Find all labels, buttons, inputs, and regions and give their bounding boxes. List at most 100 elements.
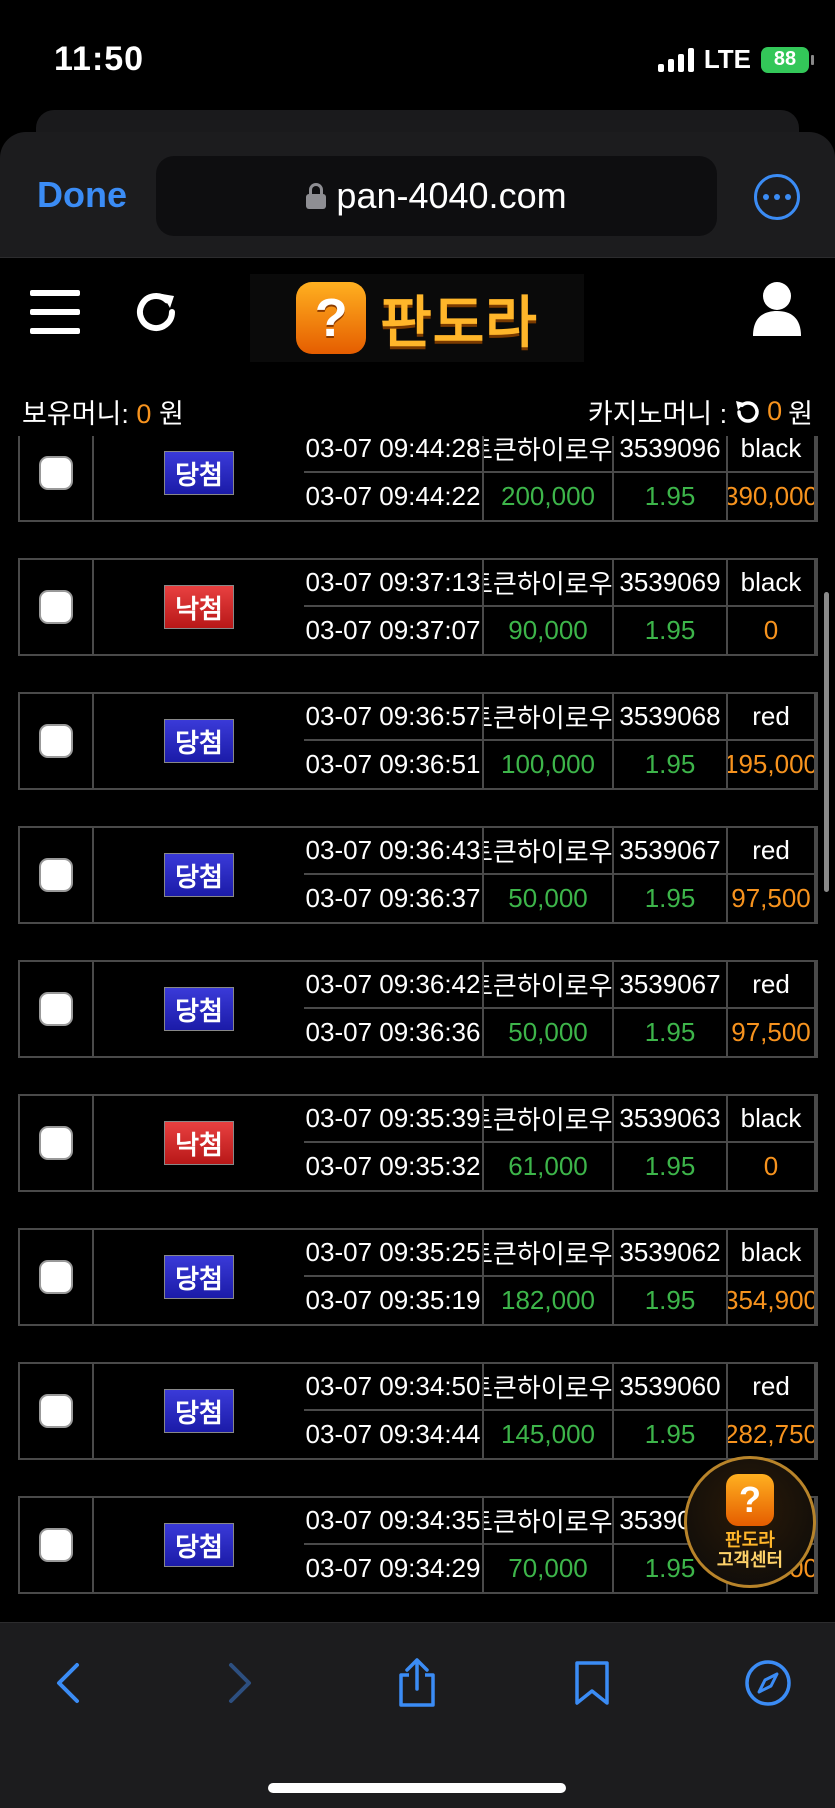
game-name: 토큰하이로우5 — [484, 560, 614, 607]
result-cell: 당첨 — [94, 1230, 304, 1324]
odds-value: 1.95 — [614, 1009, 728, 1056]
money-bar: 보유머니: 0 원 카지노머니 : 0 원 — [0, 378, 835, 434]
bet-history-list[interactable]: 03-07 09:44:28토큰하이로우53539096black당첨03-07… — [0, 436, 835, 1622]
game-name: 토큰하이로우5 — [484, 1498, 614, 1545]
status-bar: 11:50 LTE 88 — [0, 0, 835, 110]
bet-row: 03-07 09:36:43토큰하이로우53539067red 당첨 03-07 0… — [18, 826, 818, 924]
bet-amount: 182,000 — [484, 1277, 614, 1324]
site-logo[interactable]: ? 판도라 — [250, 274, 584, 362]
row-checkbox-cell — [20, 828, 94, 922]
game-name: 토큰하이로우5 — [484, 1364, 614, 1411]
row-checkbox[interactable] — [39, 1394, 73, 1428]
result-cell: 당첨 — [94, 694, 304, 788]
game-name: 토큰하이로우5 — [484, 828, 614, 875]
result-badge: 당첨 — [164, 1389, 234, 1433]
bet-row: 03-07 09:34:50토큰하이로우53539060red 당첨 03-07 0… — [18, 1362, 818, 1460]
bet-time: 03-07 09:37:13 — [304, 560, 484, 607]
browser-bottom-bar — [0, 1622, 835, 1808]
row-checkbox-cell — [20, 436, 94, 520]
row-checkbox[interactable] — [39, 1260, 73, 1294]
payout-amount: 195,000 — [728, 741, 816, 788]
bet-amount: 70,000 — [484, 1545, 614, 1592]
battery-icon: 88 — [761, 46, 814, 73]
back-icon[interactable] — [38, 1653, 98, 1713]
odds-value: 1.95 — [614, 741, 728, 788]
compass-icon[interactable] — [738, 1653, 798, 1713]
round-number: 3539060 — [614, 1364, 728, 1411]
odds-value: 1.95 — [614, 1143, 728, 1190]
scrollbar[interactable] — [824, 592, 829, 892]
logo-badge: ? — [296, 282, 367, 354]
row-checkbox[interactable] — [39, 1126, 73, 1160]
round-number: 3539096 — [614, 436, 728, 473]
customer-center-button[interactable]: ? 판도라 고객센터 — [684, 1456, 816, 1588]
row-checkbox[interactable] — [39, 992, 73, 1026]
held-money-unit: 원 — [158, 399, 184, 429]
result-cell: 당첨 — [94, 1364, 304, 1458]
forward-icon[interactable] — [210, 1653, 270, 1713]
result-cell: 당첨 — [94, 1498, 304, 1592]
bet-amount: 90,000 — [484, 607, 614, 654]
bet-time: 03-07 09:34:50 — [304, 1364, 484, 1411]
odds-value: 1.95 — [614, 473, 728, 520]
game-name: 토큰하이로우5 — [484, 436, 614, 473]
row-checkbox-cell — [20, 1498, 94, 1592]
row-checkbox[interactable] — [39, 1528, 73, 1562]
support-label-2: 고객센터 — [716, 1550, 784, 1570]
settle-time: 03-07 09:36:37 — [304, 875, 484, 922]
payout-amount: 390,000 — [728, 473, 816, 520]
settle-time: 03-07 09:34:29 — [304, 1545, 484, 1592]
pick-value: red — [728, 828, 816, 875]
bet-time: 03-07 09:36:42 — [304, 962, 484, 1009]
result-badge: 당첨 — [164, 987, 234, 1031]
bet-time: 03-07 09:44:28 — [304, 436, 484, 473]
game-name: 토큰하이로우5 — [484, 962, 614, 1009]
bet-row: 03-07 09:35:25토큰하이로우53539062black 당첨 03-07… — [18, 1228, 818, 1326]
settle-time: 03-07 09:36:51 — [304, 741, 484, 788]
row-checkbox-cell — [20, 962, 94, 1056]
network-type: LTE — [703, 44, 751, 74]
bookmarks-icon[interactable] — [562, 1653, 622, 1713]
site-header: ? 판도라 보유머니: 0 원 카지노머니 : 0 원 — [0, 258, 835, 436]
more-icon[interactable] — [754, 174, 800, 220]
game-name: 토큰하이로우5 — [484, 1096, 614, 1143]
row-checkbox[interactable] — [39, 724, 73, 758]
row-checkbox[interactable] — [39, 456, 73, 490]
status-time: 11:50 — [54, 40, 145, 78]
logo-text: 판도라 — [380, 290, 538, 354]
result-badge: 당첨 — [164, 1523, 234, 1567]
reload-icon[interactable] — [733, 398, 761, 426]
result-badge: 낙첨 — [164, 1121, 234, 1165]
status-indicators: LTE 88 — [657, 44, 814, 75]
user-icon[interactable] — [751, 280, 803, 336]
pick-value: black — [728, 436, 816, 473]
done-button[interactable]: Done — [37, 174, 127, 216]
casino-money: 카지노머니 : 0 원 — [588, 392, 813, 431]
browser-toolbar: Done pan-4040.com — [0, 132, 835, 258]
held-money-label: 보유머니: — [22, 399, 129, 429]
url-text: pan-4040.com — [336, 175, 567, 216]
bet-time: 03-07 09:34:35 — [304, 1498, 484, 1545]
address-bar[interactable]: pan-4040.com — [156, 156, 717, 236]
question-icon: ? — [726, 1474, 774, 1526]
round-number: 3539063 — [614, 1096, 728, 1143]
refresh-icon[interactable] — [132, 288, 180, 336]
payout-amount: 282,750 — [728, 1411, 816, 1458]
pick-value: black — [728, 1230, 816, 1277]
settle-time: 03-07 09:37:07 — [304, 607, 484, 654]
bet-amount: 145,000 — [484, 1411, 614, 1458]
row-checkbox[interactable] — [39, 858, 73, 892]
result-badge: 낙첨 — [164, 585, 234, 629]
bet-row: 03-07 09:36:57토큰하이로우53539068red 당첨 03-07 0… — [18, 692, 818, 790]
menu-icon[interactable] — [30, 290, 80, 334]
held-money-value: 0 — [136, 399, 152, 429]
pick-value: black — [728, 1096, 816, 1143]
game-name: 토큰하이로우5 — [484, 1230, 614, 1277]
pick-value: black — [728, 560, 816, 607]
signal-icon — [657, 47, 694, 72]
bet-amount: 50,000 — [484, 1009, 614, 1056]
share-icon[interactable] — [387, 1653, 447, 1713]
pick-value: red — [728, 962, 816, 1009]
page: 11:50 LTE 88 Done pan-4040.com ? 판도라 보유머… — [0, 0, 835, 1808]
row-checkbox[interactable] — [39, 590, 73, 624]
